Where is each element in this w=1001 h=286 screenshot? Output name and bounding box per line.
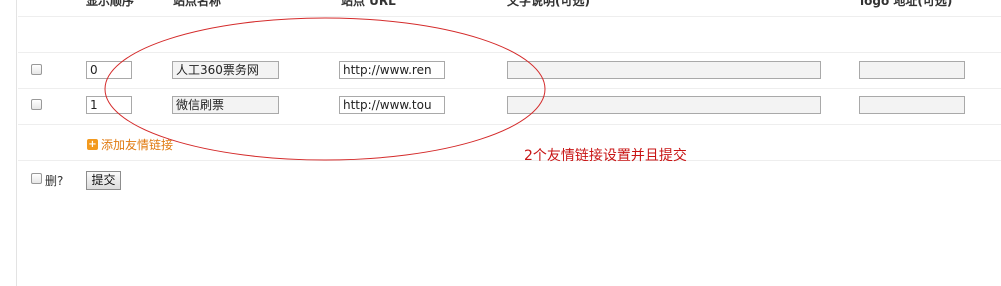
annotation-ellipse bbox=[104, 17, 546, 161]
annotation-text: 2个友情链接设置并且提交 bbox=[524, 148, 687, 164]
